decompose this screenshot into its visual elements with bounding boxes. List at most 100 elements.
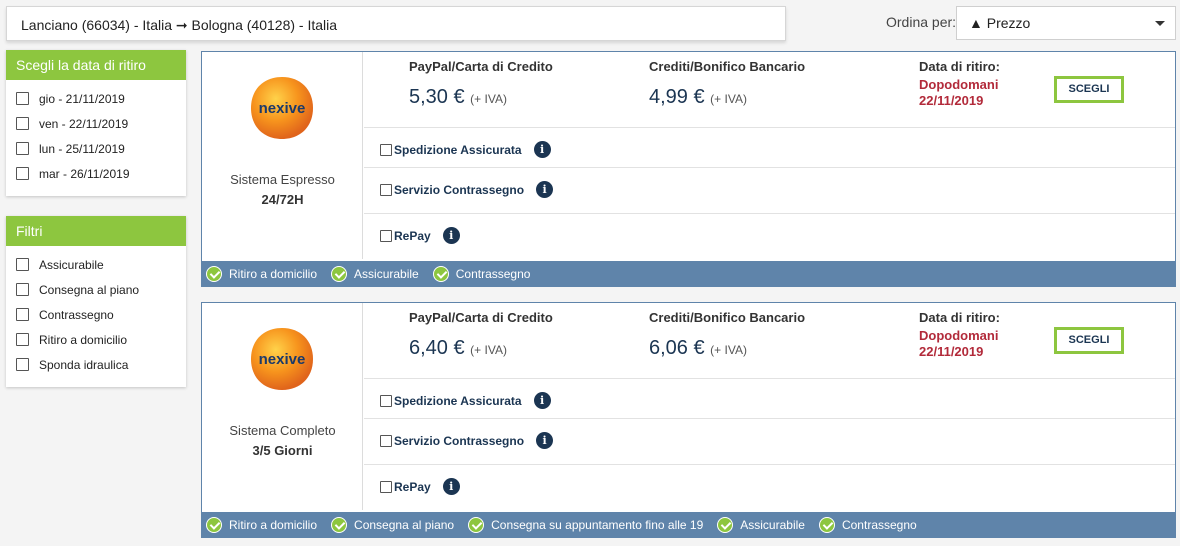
pickup-date: 22/11/2019 — [919, 93, 984, 108]
checkbox[interactable] — [16, 258, 29, 271]
option-label: RePay — [394, 228, 431, 243]
option-label: Servizio Contrassegno — [394, 433, 525, 448]
pickup-date-label: Data di ritiro: — [919, 59, 1000, 74]
info-icon[interactable]: i — [442, 478, 460, 495]
checkbox[interactable] — [380, 480, 392, 493]
checkbox[interactable] — [380, 143, 392, 156]
filter-option[interactable]: Consegna al piano — [16, 277, 176, 302]
info-icon[interactable]: i — [533, 392, 551, 409]
check-circle-icon — [717, 516, 734, 533]
checkbox[interactable] — [16, 142, 29, 155]
date-option-label: ven - 22/11/2019 — [39, 116, 129, 131]
pickup-date-label: Data di ritiro: — [919, 310, 1000, 325]
option-label: Spedizione Assicurata — [394, 142, 522, 157]
filter-option-label: Assicurabile — [39, 257, 104, 272]
nexive-logo: nexive — [251, 77, 313, 139]
info-icon[interactable]: i — [536, 432, 554, 449]
offer-card: nexive Sistema Espresso 24/72H PayPal/Ca… — [201, 51, 1176, 287]
option-row: Spedizione Assicurata i — [364, 378, 1175, 418]
filter-option-label: Contrassegno — [39, 307, 114, 322]
filter-option[interactable]: Sponda idraulica — [16, 352, 176, 377]
paypal-price: 5,30 € — [409, 86, 465, 108]
date-option[interactable]: ven - 22/11/2019 — [16, 111, 176, 136]
filter-option[interactable]: Assicurabile — [16, 252, 176, 277]
info-icon[interactable]: i — [536, 181, 554, 198]
iva-note: (+ IVA) — [710, 343, 747, 357]
option-row: RePay i — [364, 464, 1175, 510]
feature-item: Contrassegno — [432, 265, 531, 282]
feature-label: Ritiro a domicilio — [229, 517, 318, 532]
feature-item: Ritiro a domicilio — [206, 516, 318, 533]
date-option-label: gio - 21/11/2019 — [39, 91, 125, 106]
bank-price: 6,06 € — [649, 337, 705, 359]
check-circle-icon — [331, 265, 348, 282]
option-row: Servizio Contrassegno i — [364, 167, 1175, 213]
checkbox[interactable] — [380, 434, 392, 447]
checkbox[interactable] — [16, 358, 29, 371]
filter-option-label: Consegna al piano — [39, 282, 140, 297]
sort-select[interactable]: ▲ Prezzo — [956, 6, 1176, 40]
date-option[interactable]: lun - 25/11/2019 — [16, 136, 176, 161]
choose-button[interactable]: SCEGLI — [1054, 76, 1124, 103]
check-circle-icon — [331, 516, 348, 533]
sort-label: Ordina per: — [886, 14, 957, 30]
info-icon[interactable]: i — [533, 141, 551, 158]
option-row: Spedizione Assicurata i — [364, 127, 1175, 167]
date-option[interactable]: gio - 21/11/2019 — [16, 86, 176, 111]
feature-label: Contrassegno — [841, 517, 917, 532]
route-summary: Lanciano (66034) - Italia ➞ Bologna (401… — [6, 6, 786, 41]
feature-label: Assicurabile — [740, 517, 805, 532]
checkbox[interactable] — [16, 92, 29, 105]
features-bar: Ritiro a domicilio Consegna al piano Con… — [202, 512, 1175, 537]
filter-option-label: Sponda idraulica — [39, 357, 129, 372]
check-circle-icon — [206, 516, 222, 533]
feature-label: Ritiro a domicilio — [229, 266, 318, 281]
filter-panel-title: Filtri — [6, 216, 186, 246]
feature-label: Consegna al piano — [354, 517, 455, 532]
date-option[interactable]: mar - 26/11/2019 — [16, 161, 176, 186]
paypal-price: 6,40 € — [409, 337, 465, 359]
nexive-logo: nexive — [251, 328, 313, 390]
checkbox[interactable] — [380, 394, 392, 407]
service-time: 3/5 Giorni — [252, 443, 313, 458]
paypal-label: PayPal/Carta di Credito — [409, 310, 553, 325]
checkbox[interactable] — [380, 183, 392, 196]
feature-label: Assicurabile — [354, 266, 419, 281]
service-time: 24/72H — [261, 192, 304, 207]
checkbox[interactable] — [16, 308, 29, 321]
option-label: RePay — [394, 479, 431, 494]
option-label: Spedizione Assicurata — [394, 393, 522, 408]
feature-label: Contrassegno — [455, 266, 531, 281]
checkbox[interactable] — [16, 117, 29, 130]
date-option-label: lun - 25/11/2019 — [39, 141, 125, 156]
bank-label: Crediti/Bonifico Bancario — [649, 59, 806, 74]
filter-panel: Filtri Assicurabile Consegna al piano Co… — [6, 216, 186, 387]
feature-item: Consegna al piano — [331, 516, 455, 533]
checkbox[interactable] — [16, 283, 29, 296]
info-icon[interactable]: i — [442, 227, 460, 244]
iva-note: (+ IVA) — [470, 92, 507, 106]
filter-option[interactable]: Contrassegno — [16, 302, 176, 327]
option-label: Servizio Contrassegno — [394, 182, 525, 197]
service-name: Sistema Espresso — [230, 172, 335, 187]
checkbox[interactable] — [16, 333, 29, 346]
check-circle-icon — [432, 265, 449, 282]
sort-value: ▲ Prezzo — [969, 15, 1031, 31]
iva-note: (+ IVA) — [710, 92, 747, 106]
feature-item: Contrassegno — [818, 516, 917, 533]
offer-card: nexive Sistema Completo 3/5 Giorni PayPa… — [201, 302, 1176, 538]
choose-button[interactable]: SCEGLI — [1054, 327, 1124, 354]
filter-option[interactable]: Ritiro a domicilio — [16, 327, 176, 352]
paypal-label: PayPal/Carta di Credito — [409, 59, 553, 74]
feature-item: Ritiro a domicilio — [206, 265, 318, 282]
bank-label: Crediti/Bonifico Bancario — [649, 310, 806, 325]
logo-text: nexive — [259, 100, 306, 117]
features-bar: Ritiro a domicilio Assicurabile Contrass… — [202, 261, 1175, 286]
checkbox[interactable] — [16, 167, 29, 180]
checkbox[interactable] — [380, 229, 392, 242]
date-option-label: mar - 26/11/2019 — [39, 166, 130, 181]
pickup-date: 22/11/2019 — [919, 344, 984, 359]
logo-text: nexive — [259, 351, 306, 368]
pickup-day: Dopodomani — [919, 328, 999, 343]
date-panel-title: Scegli la data di ritiro — [6, 50, 186, 80]
